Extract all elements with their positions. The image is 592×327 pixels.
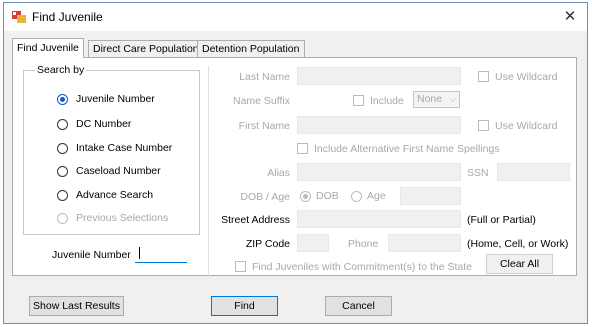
cancel-button[interactable]: Cancel — [325, 296, 392, 316]
include-alt-spellings-checkbox[interactable] — [297, 143, 308, 154]
window-title: Find Juvenile — [32, 10, 103, 24]
radio-intake-case-number[interactable]: Intake Case Number — [57, 141, 172, 155]
age-label: Age — [367, 190, 386, 202]
zip-code-input[interactable] — [297, 234, 329, 252]
juvenile-number-label: Juvenile Number — [52, 249, 131, 261]
include-suffix-checkbox[interactable] — [353, 95, 364, 106]
radio-button[interactable] — [300, 190, 311, 202]
first-name-input[interactable] — [297, 116, 461, 134]
radio-label: Caseload Number — [76, 165, 161, 177]
search-by-label: Search by — [35, 64, 87, 76]
radio-button[interactable] — [57, 118, 68, 130]
close-icon[interactable]: ✕ — [553, 3, 587, 31]
find-button[interactable]: Find — [211, 296, 278, 316]
name-suffix-select[interactable]: None ⌵ — [413, 91, 460, 108]
radio-advance-search[interactable]: Advance Search — [57, 188, 153, 202]
app-icon — [12, 10, 26, 24]
street-address-label: Street Address — [221, 214, 290, 226]
radio-button[interactable] — [57, 142, 68, 154]
show-last-results-button[interactable]: Show Last Results — [29, 296, 124, 316]
radio-button[interactable] — [57, 165, 68, 177]
commitment-checkbox[interactable] — [235, 261, 246, 272]
tab-find-juvenile[interactable]: Find Juvenile — [12, 38, 84, 58]
dob-age-label: DOB / Age — [240, 191, 290, 203]
radio-button[interactable] — [57, 189, 68, 201]
suffix-selected-value: None — [417, 93, 443, 105]
radio-label: DC Number — [76, 118, 132, 130]
radio-dob[interactable]: DOB — [300, 189, 339, 203]
first-name-label: First Name — [238, 120, 290, 132]
clear-all-button[interactable]: Clear All — [486, 254, 553, 274]
use-wildcard-checkbox[interactable] — [478, 71, 489, 82]
radio-button[interactable] — [57, 93, 68, 105]
phone-input[interactable] — [388, 234, 461, 252]
ssn-input[interactable] — [497, 163, 570, 181]
use-wildcard-label: Use Wildcard — [495, 71, 558, 83]
text-cursor — [139, 247, 140, 259]
alias-label: Alias — [267, 167, 290, 179]
radio-dc-number[interactable]: DC Number — [57, 117, 131, 131]
radio-previous-selections: Previous Selections — [57, 211, 168, 225]
include-label: Include — [370, 95, 404, 107]
street-address-input[interactable] — [297, 210, 461, 228]
last-name-label: Last Name — [239, 71, 290, 83]
dob-age-input[interactable] — [400, 187, 461, 205]
tab-detention-population[interactable]: Detention Population — [197, 40, 305, 57]
full-or-partial-hint: (Full or Partial) — [467, 214, 536, 226]
radio-button — [57, 212, 68, 224]
radio-label: Advance Search — [76, 189, 154, 201]
radio-caseload-number[interactable]: Caseload Number — [57, 164, 161, 178]
commitment-label: Find Juveniles with Commitment(s) to the… — [252, 261, 472, 273]
zip-code-label: ZIP Code — [245, 238, 290, 250]
phone-label: Phone — [348, 238, 379, 250]
chevron-down-icon: ⌵ — [449, 94, 456, 104]
phone-hint: (Home, Cell, or Work) — [467, 238, 569, 250]
first-name-wildcard-checkbox[interactable] — [478, 120, 489, 131]
first-name-wildcard-label: Use Wildcard — [495, 120, 558, 132]
radio-label: Intake Case Number — [76, 142, 173, 154]
name-suffix-label: Name Suffix — [233, 95, 290, 107]
ssn-label: SSN — [467, 167, 489, 179]
tab-direct-care-population[interactable]: Direct Care Population — [88, 40, 204, 57]
radio-juvenile-number[interactable]: Juvenile Number — [57, 92, 155, 106]
include-alt-spellings-label: Include Alternative First Name Spellings — [314, 143, 500, 155]
alias-input[interactable] — [297, 163, 461, 181]
divider — [208, 66, 209, 278]
title-bar: Find Juvenile ✕ — [4, 3, 587, 31]
dob-label: DOB — [316, 190, 339, 202]
radio-age[interactable]: Age — [351, 189, 386, 203]
juvenile-number-input[interactable] — [135, 244, 187, 263]
radio-button[interactable] — [351, 190, 362, 202]
radio-label: Previous Selections — [76, 212, 169, 224]
last-name-input[interactable] — [297, 67, 461, 85]
radio-dot — [303, 193, 308, 199]
radio-label: Juvenile Number — [76, 93, 155, 105]
